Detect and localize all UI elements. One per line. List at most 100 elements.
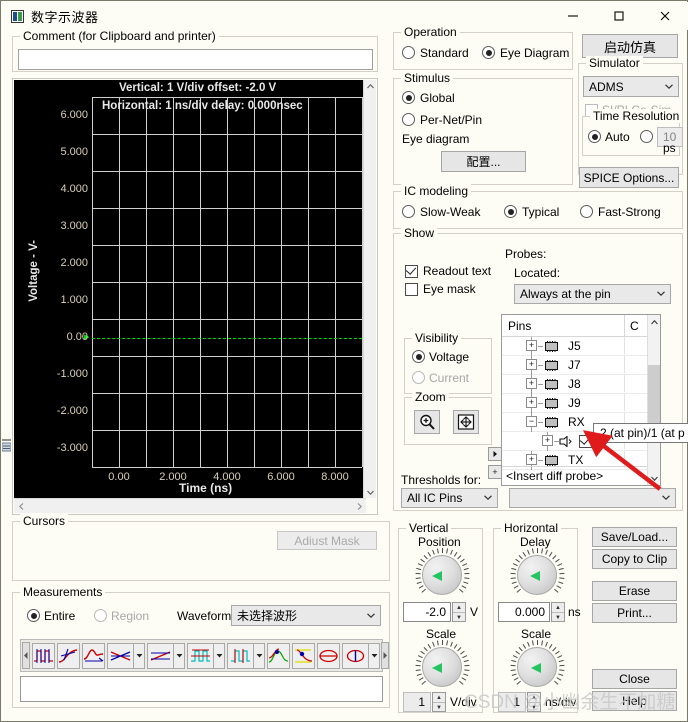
y-tick-label: 2.000 [60,257,88,269]
slope-cross-dropdown-button[interactable] [174,642,185,669]
scroll-up-icon[interactable] [364,80,376,92]
overshoot-button[interactable] [82,642,105,669]
radio-typical[interactable] [504,205,517,218]
pins-scroll-up-icon[interactable] [648,315,660,329]
checkbox-eye-mask[interactable] [405,283,418,296]
spinner-up-icon[interactable]: ▲ [552,603,564,613]
toolbar-scroll-right-button[interactable] [381,642,389,669]
horizontal-scale-spinner[interactable]: ▲ ▼ [527,692,541,712]
save-load-button[interactable]: Save/Load... [592,527,677,547]
erase-button[interactable]: Erase [592,581,677,601]
pulse-measure-button[interactable] [32,642,55,669]
tree-collapse-icon[interactable]: − [526,416,537,427]
vertical-position-input[interactable]: -2.0 [403,602,451,622]
spinner-down-icon[interactable]: ▼ [433,703,445,712]
close-dialog-button[interactable]: Close [592,669,677,689]
zoom-fit-button[interactable] [453,410,479,434]
period-button[interactable] [227,642,254,669]
thresholds-combo[interactable]: All IC Pins [401,488,498,508]
tree-expand-icon[interactable]: + [526,359,537,370]
checkbox-readout-text[interactable] [405,265,418,278]
simulator-combo[interactable]: ADMS [583,76,679,97]
vertical-scale-spinner[interactable]: ▲ ▼ [432,692,446,712]
eye-crossing-button[interactable] [267,642,290,669]
radio-global[interactable] [402,91,415,104]
help-button[interactable]: Help [592,691,677,711]
close-button[interactable] [642,2,688,30]
radio-fast-strong[interactable] [580,205,593,218]
pulse-width-dropdown-button[interactable] [214,642,225,669]
add-probe-button[interactable]: + [488,465,502,479]
period-dropdown-button[interactable] [254,642,265,669]
located-combo[interactable]: Always at the pin [514,284,671,304]
minimize-button[interactable] [550,2,596,30]
spinner-up-icon[interactable]: ▲ [453,603,465,613]
expand-right-button[interactable] [488,447,502,461]
maximize-button[interactable] [596,2,642,30]
zoom-in-button[interactable] [414,410,440,434]
spinner-down-icon[interactable]: ▼ [528,703,540,712]
tree-expand-icon[interactable]: + [526,454,537,465]
vertical-position-spinner[interactable]: ▲ ▼ [452,602,466,622]
pin-row[interactable]: + J8 [502,375,660,394]
slope-cross-button[interactable] [147,642,174,669]
radio-voltage[interactable] [412,350,425,363]
spinner-up-icon[interactable]: ▲ [528,693,540,703]
measurements-toolbar[interactable] [20,639,389,672]
label-typical: Typical [522,205,560,219]
radio-auto[interactable] [588,130,601,143]
waveform-plot-canvas[interactable]: Vertical: 1 V/div offset: -2.0 V Horizon… [14,80,366,498]
run-simulation-button[interactable]: 启动仿真 [582,34,678,58]
spinner-up-icon[interactable]: ▲ [433,693,445,703]
plot-horizontal-scrollbar[interactable] [14,498,366,513]
grid-line-horizontal [92,134,362,135]
plot-vertical-scrollbar[interactable] [363,80,376,498]
pin-row[interactable]: + J9 [502,394,660,413]
horizontal-scale-input[interactable]: 1 [498,692,526,712]
scroll-left-icon[interactable] [14,499,28,513]
ic-modeling-group: IC modeling Slow-Weak Typical Fast-Stron… [393,184,683,229]
configure-button[interactable]: 配置... [441,151,526,172]
pin-row[interactable]: + J5 [502,337,660,356]
tree-expand-icon[interactable]: + [542,435,553,446]
eye-height-button[interactable] [317,642,340,669]
toolbar-scroll-left-button[interactable] [22,642,30,669]
cursors-group: Cursors Adiust Mask [12,514,390,581]
rise-time-icon [58,648,78,663]
radio-slow-weak[interactable] [402,205,415,218]
vertical-position-unit: V [470,605,479,619]
scroll-right-icon[interactable] [352,499,366,513]
spinner-down-icon[interactable]: ▼ [552,613,564,622]
scroll-down-icon[interactable] [364,486,376,498]
spice-options-button[interactable]: SPICE Options... [579,167,679,188]
horizontal-delay-input[interactable]: 0.000 [498,602,550,622]
comment-input[interactable] [18,49,373,70]
tree-expand-icon[interactable]: + [526,340,537,351]
tree-expand-icon[interactable]: + [526,378,537,389]
plot-mini-slider[interactable] [1,438,12,456]
eye-width-button[interactable] [342,642,369,669]
pins-header-name: Pins [508,319,532,333]
vertical-scale-input[interactable]: 1 [403,692,431,712]
copy-to-clip-button[interactable]: Copy to Clip [592,549,677,569]
spinner-down-icon[interactable]: ▼ [453,613,465,622]
waveform-combo[interactable]: 未选择波形 [231,605,381,626]
eye-measure-button[interactable] [292,642,315,669]
pulse-width-button[interactable] [187,642,214,669]
horizontal-delay-spinner[interactable]: ▲ ▼ [551,602,565,622]
tree-expand-icon[interactable]: + [526,397,537,408]
ic-modeling-legend: IC modeling [401,184,472,198]
radio-manual-resolution[interactable] [640,130,653,143]
radio-per-net-pin[interactable] [402,113,415,126]
radio-standard[interactable] [402,46,415,59]
slope-button[interactable] [107,642,134,669]
pin-row[interactable]: + J7 [502,356,660,375]
eye-width-dropdown-button[interactable] [369,642,380,669]
label-standard: Standard [420,46,469,60]
radio-eye-diagram[interactable] [482,46,495,59]
slope-dropdown-button[interactable] [134,642,145,669]
print-button[interactable]: Print... [592,603,677,623]
rise-time-button[interactable] [57,642,80,669]
pins-scroll-thumb[interactable] [648,365,660,429]
radio-entire[interactable] [27,609,40,622]
